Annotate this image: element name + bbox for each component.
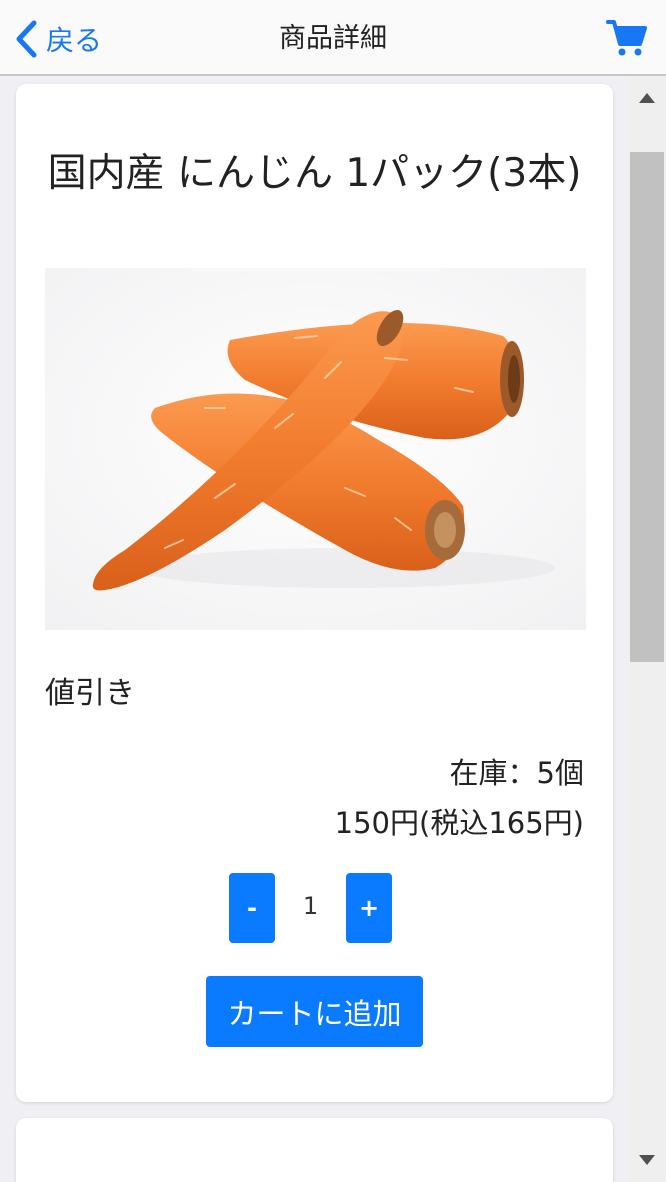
scrollbar[interactable] [628,76,666,1182]
scroll-up-arrow-icon[interactable] [638,92,656,104]
price: 150円(税込165円) [334,806,584,840]
cart-icon [606,20,647,56]
quantity-value: 1 [302,892,319,920]
scroll-down-arrow-icon[interactable] [638,1154,656,1166]
decrease-quantity-button[interactable]: - [229,873,275,943]
increase-quantity-button[interactable]: + [346,873,392,943]
cart-button[interactable] [606,18,648,62]
app-header: 戻る 商品詳細 [0,0,666,76]
scrollbar-thumb[interactable] [630,152,664,662]
product-image [45,268,586,630]
next-card [16,1118,613,1182]
add-to-cart-button[interactable]: カートに追加 [206,976,423,1047]
stock-count: 在庫：5個 [449,756,584,790]
product-name: 国内産 にんじん 1パック(3本) [47,151,582,196]
discount-tag: 値引き [45,676,135,711]
product-detail-content: 国内産 にんじん 1パック(3本) 値引き 在庫：5個 150円(税込165円)… [0,76,628,1182]
page-title: 商品詳細 [279,23,387,54]
product-card: 国内産 にんじん 1パック(3本) 値引き 在庫：5個 150円(税込165円)… [16,84,613,1102]
